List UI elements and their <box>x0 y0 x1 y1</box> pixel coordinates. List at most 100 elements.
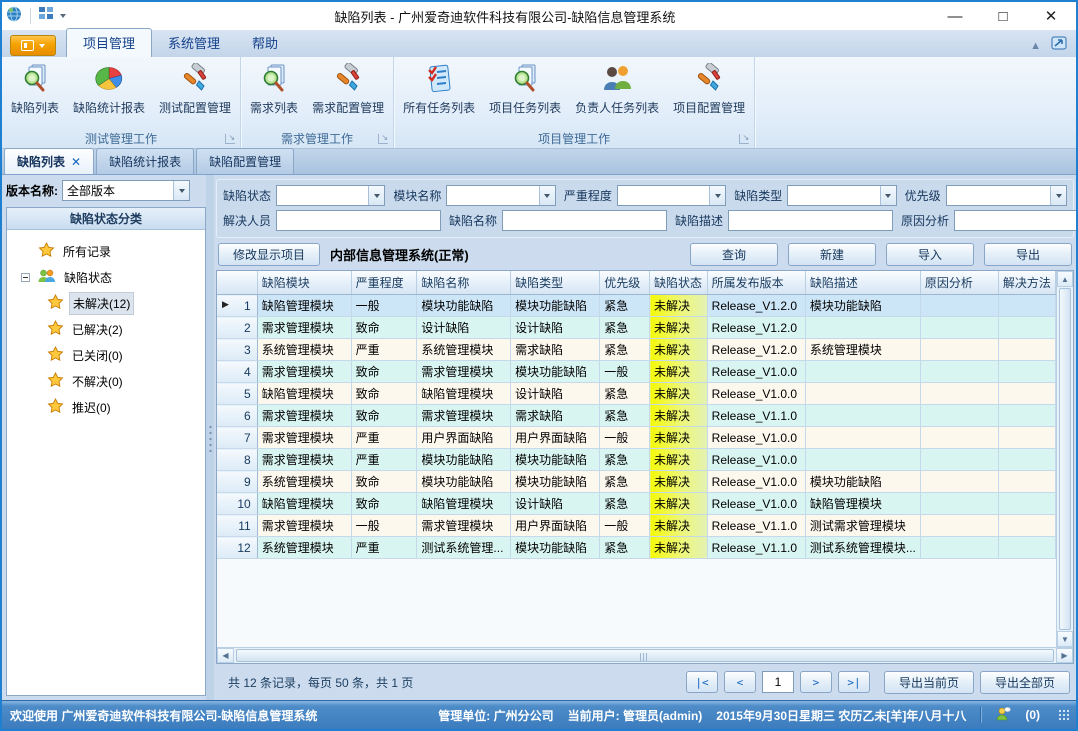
vertical-scrollbar[interactable]: ▲ ▼ <box>1056 271 1073 647</box>
tree-item[interactable]: 推迟(0) <box>21 394 201 420</box>
chevron-down-icon[interactable] <box>880 186 896 205</box>
dialog-launcher-icon[interactable]: ↘ <box>225 134 235 144</box>
doc-tab-defect-list[interactable]: 缺陷列表 ✕ <box>4 148 94 174</box>
table-row[interactable]: 7需求管理模块严重用户界面缺陷用户界面缺陷一般未解决Release_V1.0.0 <box>217 427 1056 449</box>
doc-tab-defect-report[interactable]: 缺陷统计报表 <box>96 148 194 174</box>
dialog-launcher-icon[interactable]: ↘ <box>378 134 388 144</box>
filter-defect-status-combo[interactable] <box>276 185 385 206</box>
column-header[interactable]: 严重程度 <box>351 271 417 295</box>
export-current-page-button[interactable]: 导出当前页 <box>884 671 974 694</box>
table-cell: Release_V1.0.0 <box>707 449 805 471</box>
tree-item[interactable]: 缺陷状态 <box>21 264 201 290</box>
tree-item[interactable]: 已关闭(0) <box>21 342 201 368</box>
ribbon-button-project-config[interactable]: 项目配置管理 <box>666 59 752 118</box>
ribbon-button-all-tasks[interactable]: 所有任务列表 <box>396 59 482 118</box>
chevron-down-icon[interactable] <box>539 186 555 205</box>
first-page-button[interactable]: |< <box>686 671 718 693</box>
filter-severity-combo[interactable] <box>617 185 726 206</box>
tree-item[interactable]: 所有记录 <box>21 238 201 264</box>
table-row[interactable]: 2需求管理模块致命设计缺陷设计缺陷紧急未解决Release_V1.2.0 <box>217 317 1056 339</box>
close-button[interactable]: ✕ <box>1040 7 1062 25</box>
dialog-launcher-icon[interactable]: ↘ <box>739 134 749 144</box>
collapse-node-icon[interactable] <box>21 273 30 282</box>
horizontal-scrollbar[interactable]: ◀ ▶ <box>217 647 1073 663</box>
ribbon-button-project-tasks[interactable]: 项目任务列表 <box>482 59 568 118</box>
scroll-left-icon[interactable]: ◀ <box>217 648 234 663</box>
filter-defect-desc-input[interactable] <box>728 210 893 231</box>
table-row[interactable]: 4需求管理模块致命需求管理模块模块功能缺陷一般未解决Release_V1.0.0 <box>217 361 1056 383</box>
sidebar-splitter[interactable] <box>206 175 214 700</box>
table-row[interactable]: 11需求管理模块一般需求管理模块用户界面缺陷一般未解决Release_V1.1.… <box>217 515 1056 537</box>
table-row[interactable]: 9系统管理模块致命模块功能缺陷模块功能缺陷紧急未解决Release_V1.0.0… <box>217 471 1056 493</box>
prev-page-button[interactable]: < <box>724 671 756 693</box>
table-cell: 未解决 <box>650 537 708 559</box>
menu-tab-help[interactable]: 帮助 <box>236 29 294 57</box>
query-button[interactable]: 查询 <box>690 243 778 266</box>
column-header[interactable]: 所属发布版本 <box>707 271 805 295</box>
quick-access-grid-icon[interactable] <box>39 7 53 25</box>
scroll-up-icon[interactable]: ▲ <box>1057 271 1073 287</box>
scroll-down-icon[interactable]: ▼ <box>1057 631 1073 647</box>
table-row[interactable]: 12系统管理模块严重测试系统管理...模块功能缺陷紧急未解决Release_V1… <box>217 537 1056 559</box>
table-cell <box>998 427 1055 449</box>
table-cell: Release_V1.2.0 <box>707 317 805 339</box>
import-button[interactable]: 导入 <box>886 243 974 266</box>
table-row[interactable]: 10缺陷管理模块致命缺陷管理模块设计缺陷紧急未解决Release_V1.0.0缺… <box>217 493 1056 515</box>
filter-module-name-combo[interactable] <box>446 185 555 206</box>
tree-item[interactable]: 未解决(12) <box>21 290 201 316</box>
minimize-button[interactable]: — <box>944 8 966 25</box>
export-all-pages-button[interactable]: 导出全部页 <box>980 671 1070 694</box>
ribbon-button-requirement-list[interactable]: 需求列表 <box>243 59 305 118</box>
chevron-down-icon[interactable] <box>173 181 189 200</box>
next-page-button[interactable]: > <box>800 671 832 693</box>
maximize-button[interactable]: □ <box>992 8 1014 25</box>
filter-cause-analysis-input[interactable] <box>954 210 1078 231</box>
message-user-icon[interactable] <box>995 706 1011 724</box>
tree-item[interactable]: 不解决(0) <box>21 368 201 394</box>
column-header[interactable]: 缺陷模块 <box>257 271 351 295</box>
column-header[interactable]: 缺陷状态 <box>650 271 708 295</box>
version-combo[interactable]: 全部版本 <box>62 180 190 201</box>
resize-grip[interactable] <box>1058 709 1070 721</box>
column-header[interactable]: 解决方法 <box>998 271 1055 295</box>
ribbon-button-defect-list[interactable]: 缺陷列表 <box>4 59 66 118</box>
table-cell: Release_V1.0.0 <box>707 471 805 493</box>
table-row[interactable]: 8需求管理模块严重模块功能缺陷模块功能缺陷紧急未解决Release_V1.0.0 <box>217 449 1056 471</box>
ribbon-button-owner-tasks[interactable]: 负责人任务列表 <box>568 59 666 118</box>
column-header[interactable]: 缺陷类型 <box>511 271 600 295</box>
filter-defect-name-input[interactable] <box>502 210 667 231</box>
scroll-right-icon[interactable]: ▶ <box>1056 648 1073 663</box>
application-menu-button[interactable] <box>10 35 56 56</box>
menu-tab-system-management[interactable]: 系统管理 <box>152 29 236 57</box>
tree-item[interactable]: 已解决(2) <box>21 316 201 342</box>
table-row[interactable]: ▶1缺陷管理模块一般模块功能缺陷模块功能缺陷紧急未解决Release_V1.2.… <box>217 295 1056 317</box>
chevron-down-icon[interactable] <box>368 186 384 205</box>
chevron-down-icon[interactable] <box>1050 186 1066 205</box>
column-header[interactable]: 优先级 <box>600 271 650 295</box>
help-window-icon[interactable] <box>1051 35 1068 56</box>
ribbon-button-test-config[interactable]: 测试配置管理 <box>152 59 238 118</box>
filter-resolver-input[interactable] <box>276 210 441 231</box>
export-button[interactable]: 导出 <box>984 243 1072 266</box>
page-number-input[interactable] <box>762 671 794 693</box>
column-header[interactable]: 缺陷描述 <box>805 271 920 295</box>
new-button[interactable]: 新建 <box>788 243 876 266</box>
ribbon-button-requirement-config[interactable]: 需求配置管理 <box>305 59 391 118</box>
last-page-button[interactable]: >| <box>838 671 870 693</box>
filter-defect-type-combo[interactable] <box>787 185 896 206</box>
column-header[interactable]: 原因分析 <box>920 271 998 295</box>
ribbon-button-defect-report[interactable]: 缺陷统计报表 <box>66 59 152 118</box>
chevron-down-icon[interactable] <box>709 186 725 205</box>
filter-priority-combo[interactable] <box>946 185 1067 206</box>
table-row[interactable]: 6需求管理模块致命需求管理模块需求缺陷紧急未解决Release_V1.1.0 <box>217 405 1056 427</box>
scrollbar-thumb[interactable] <box>236 649 1054 662</box>
modify-columns-button[interactable]: 修改显示项目 <box>218 243 320 266</box>
table-row[interactable]: 3系统管理模块严重系统管理模块需求缺陷紧急未解决Release_V1.2.0系统… <box>217 339 1056 361</box>
collapse-ribbon-icon[interactable]: ▲ <box>1030 40 1041 52</box>
doc-tab-defect-config[interactable]: 缺陷配置管理 <box>196 148 294 174</box>
table-row[interactable]: 5缺陷管理模块致命缺陷管理模块设计缺陷紧急未解决Release_V1.0.0 <box>217 383 1056 405</box>
scrollbar-thumb[interactable] <box>1059 288 1071 630</box>
column-header[interactable]: 缺陷名称 <box>417 271 511 295</box>
menu-tab-project-management[interactable]: 项目管理 <box>66 28 152 57</box>
close-tab-icon[interactable]: ✕ <box>71 157 81 167</box>
